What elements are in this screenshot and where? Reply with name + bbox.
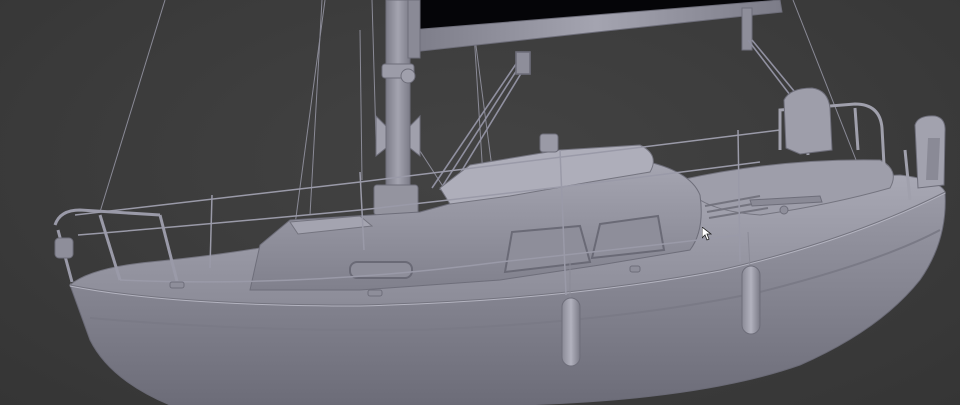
hatch-vent bbox=[539, 133, 559, 153]
mouse-cursor-icon bbox=[702, 227, 712, 241]
3d-viewport[interactable] bbox=[0, 0, 960, 405]
fender-1 bbox=[561, 297, 581, 367]
fender-2 bbox=[741, 265, 761, 335]
mast bbox=[373, 0, 421, 216]
sailboat-model[interactable] bbox=[0, 0, 960, 405]
